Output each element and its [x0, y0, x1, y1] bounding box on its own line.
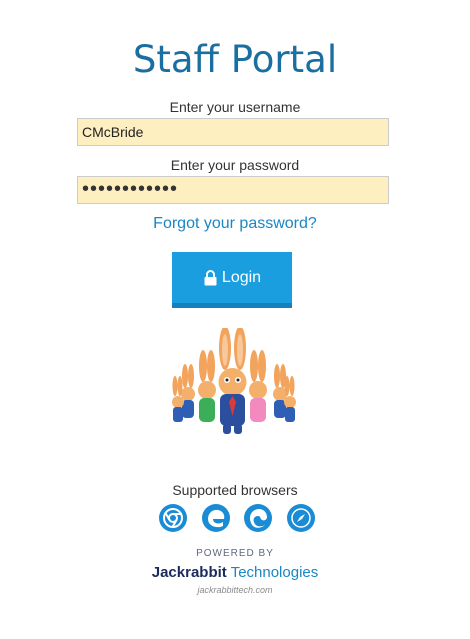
jackrabbit-mascots-image [172, 328, 296, 434]
username-input[interactable]: CMcBride [77, 118, 389, 146]
brand-name: Jackrabbit [151, 564, 227, 581]
login-button[interactable]: Login [172, 252, 292, 308]
forgot-password-link[interactable]: Forgot your password? [0, 215, 470, 233]
chrome-icon[interactable] [159, 504, 187, 532]
lock-icon [204, 269, 217, 285]
powered-by-label: POWERED BY [196, 548, 274, 559]
page-title: Staff Portal [132, 38, 338, 81]
password-label: Enter your password [170, 157, 300, 173]
brand-site-url: jackrabbittech.com [197, 585, 273, 595]
supported-browsers-list [159, 504, 315, 534]
password-input[interactable]: •••••••••••• [77, 176, 389, 204]
edge-icon[interactable] [244, 504, 273, 532]
login-label: Login [221, 268, 262, 286]
safari-icon[interactable] [286, 504, 315, 532]
edge-legacy-icon[interactable] [201, 504, 230, 532]
supported-browsers-label: Supported browsers [172, 482, 298, 498]
brand-logo[interactable]: Jackrabbit Technologies [0, 564, 470, 581]
brand-suffix: Technologies [230, 564, 319, 581]
username-label: Enter your username [169, 99, 301, 115]
login-page: Staff Portal Enter your username CMcBrid… [0, 0, 470, 639]
